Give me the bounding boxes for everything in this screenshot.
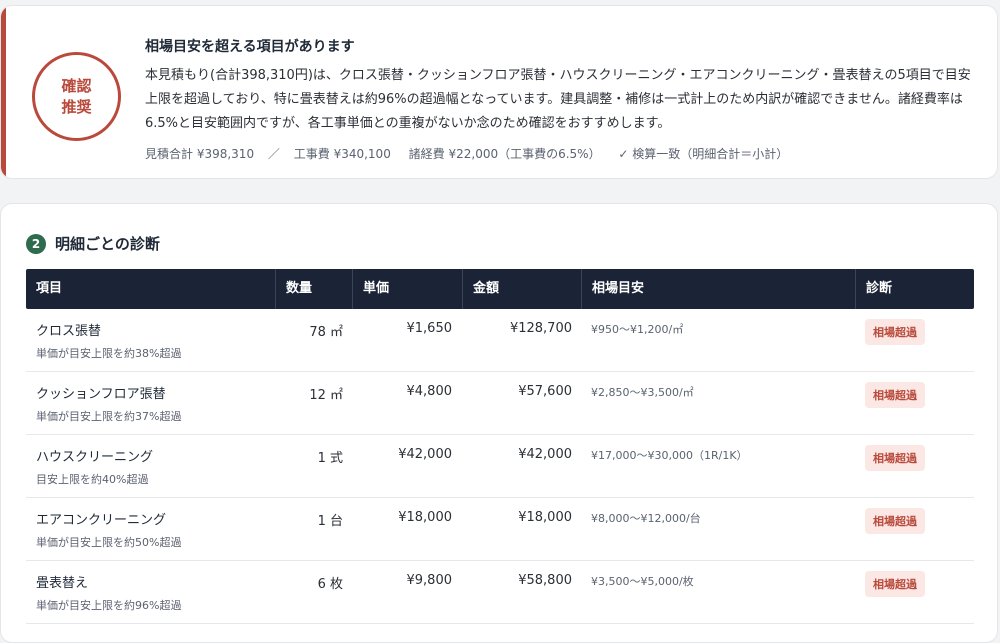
summary-title: 相場目安を超える項目があります: [145, 39, 355, 55]
row-item-note: 単価が目安上限を約38%超過: [36, 347, 182, 360]
row-item-note: 単価が目安上限を約96%超過: [36, 599, 182, 612]
header-unit-price: 単価: [352, 269, 462, 309]
status-badge: 相場超過: [865, 382, 925, 408]
row-market-range: ¥8,000〜¥12,000/台: [591, 512, 701, 525]
row-market-range: ¥3,500〜¥5,000/枚: [591, 575, 694, 588]
detail-card: 2 明細ごとの診断 項目 数量 単価 金額 相場目安 診断 クロス張替 単価が目…: [0, 203, 998, 643]
row-item-name: クッションフロア張替: [36, 387, 166, 402]
table-row: クロス張替 単価が目安上限を約38%超過 78 ㎡ ¥1,650 ¥128,70…: [26, 309, 974, 372]
table-row: エアコンクリーニング 単価が目安上限を約50%超過 1 台 ¥18,000 ¥1…: [26, 498, 974, 561]
row-unit-price: ¥42,000: [398, 447, 452, 462]
row-qty: 6 枚: [317, 577, 343, 592]
row-diagnosis: 相場超過: [865, 319, 925, 345]
row-item-name: 畳表替え: [36, 576, 89, 591]
section-title: 明細ごとの診断: [55, 235, 160, 253]
summary-body: 本見積もり(合計398,310円)は、クロス張替・クッションフロア張替・ハウスク…: [145, 68, 971, 131]
row-amount: ¥58,800: [518, 573, 572, 588]
status-badge: 相場超過: [865, 445, 925, 471]
footer-separator: ／: [267, 147, 280, 161]
footer-total: 見積合計 ¥398,310: [145, 147, 255, 161]
status-badge: 相場超過: [865, 319, 925, 345]
row-market-range: ¥950〜¥1,200/㎡: [591, 323, 684, 336]
section-number-badge: 2: [26, 233, 46, 254]
status-badge: 相場超過: [865, 508, 925, 534]
row-qty: 78 ㎡: [309, 325, 343, 340]
section-header: 2 明細ごとの診断: [26, 233, 160, 254]
row-amount: ¥42,000: [518, 447, 572, 462]
row-qty: 1 台: [317, 514, 343, 529]
row-unit-price: ¥1,650: [406, 321, 453, 336]
row-amount: ¥57,600: [518, 384, 572, 399]
row-diagnosis: 相場超過: [865, 508, 925, 534]
row-unit-price: ¥4,800: [406, 384, 453, 399]
row-item-note: 単価が目安上限を約37%超過: [36, 410, 182, 423]
row-unit-price: ¥18,000: [398, 510, 452, 525]
table-row: 畳表替え 単価が目安上限を約96%超過 6 枚 ¥9,800 ¥58,800 ¥…: [26, 561, 974, 624]
table-row: ハウスクリーニング 目安上限を約40%超過 1 式 ¥42,000 ¥42,00…: [26, 435, 974, 498]
row-amount: ¥18,000: [518, 510, 572, 525]
footer-check: ✓ 検算一致（明細合計＝小計）: [618, 147, 789, 161]
header-amount: 金額: [462, 269, 581, 309]
row-market-range: ¥2,850〜¥3,500/㎡: [591, 386, 694, 399]
header-item: 項目: [36, 281, 63, 296]
row-diagnosis: 相場超過: [865, 571, 925, 597]
header-qty: 数量: [275, 269, 352, 309]
row-market-range: ¥17,000〜¥30,000（1R/1K）: [591, 449, 748, 462]
status-badge: 相場超過: [865, 571, 925, 597]
row-item-note: 目安上限を約40%超過: [36, 473, 149, 486]
confirm-stamp: 確認 推奨: [32, 52, 121, 141]
row-amount: ¥128,700: [509, 321, 572, 336]
row-qty: 12 ㎡: [309, 388, 343, 403]
header-market: 相場目安: [581, 269, 855, 309]
row-diagnosis: 相場超過: [865, 382, 925, 408]
stamp-line1: 確認: [61, 76, 92, 95]
footer-misc: 諸経費 ¥22,000（工事費の6.5%）: [408, 147, 601, 161]
stamp-line2: 推奨: [61, 97, 92, 116]
summary-footer: 見積合計 ¥398,310 ／ 工事費 ¥340,100 諸経費 ¥22,000…: [145, 145, 985, 162]
table-header: 項目 数量 単価 金額 相場目安 診断: [26, 269, 974, 309]
row-qty: 1 式: [317, 451, 343, 466]
footer-construction: 工事費 ¥340,100: [293, 147, 391, 161]
alert-accent-bar: [1, 6, 6, 178]
header-diagnosis: 診断: [855, 269, 974, 309]
row-diagnosis: 相場超過: [865, 445, 925, 471]
row-item-name: ハウスクリーニング: [36, 450, 154, 465]
table-row: クッションフロア張替 単価が目安上限を約37%超過 12 ㎡ ¥4,800 ¥5…: [26, 372, 974, 435]
summary-card: 確認 推奨 相場目安を超える項目があります 本見積もり(合計398,310円)は…: [0, 5, 998, 179]
row-item-name: エアコンクリーニング: [36, 513, 167, 528]
row-item-name: クロス張替: [36, 324, 102, 339]
detail-table: 項目 数量 単価 金額 相場目安 診断 クロス張替 単価が目安上限を約38%超過…: [26, 269, 974, 624]
row-item-note: 単価が目安上限を約50%超過: [36, 536, 182, 549]
row-unit-price: ¥9,800: [406, 573, 453, 588]
